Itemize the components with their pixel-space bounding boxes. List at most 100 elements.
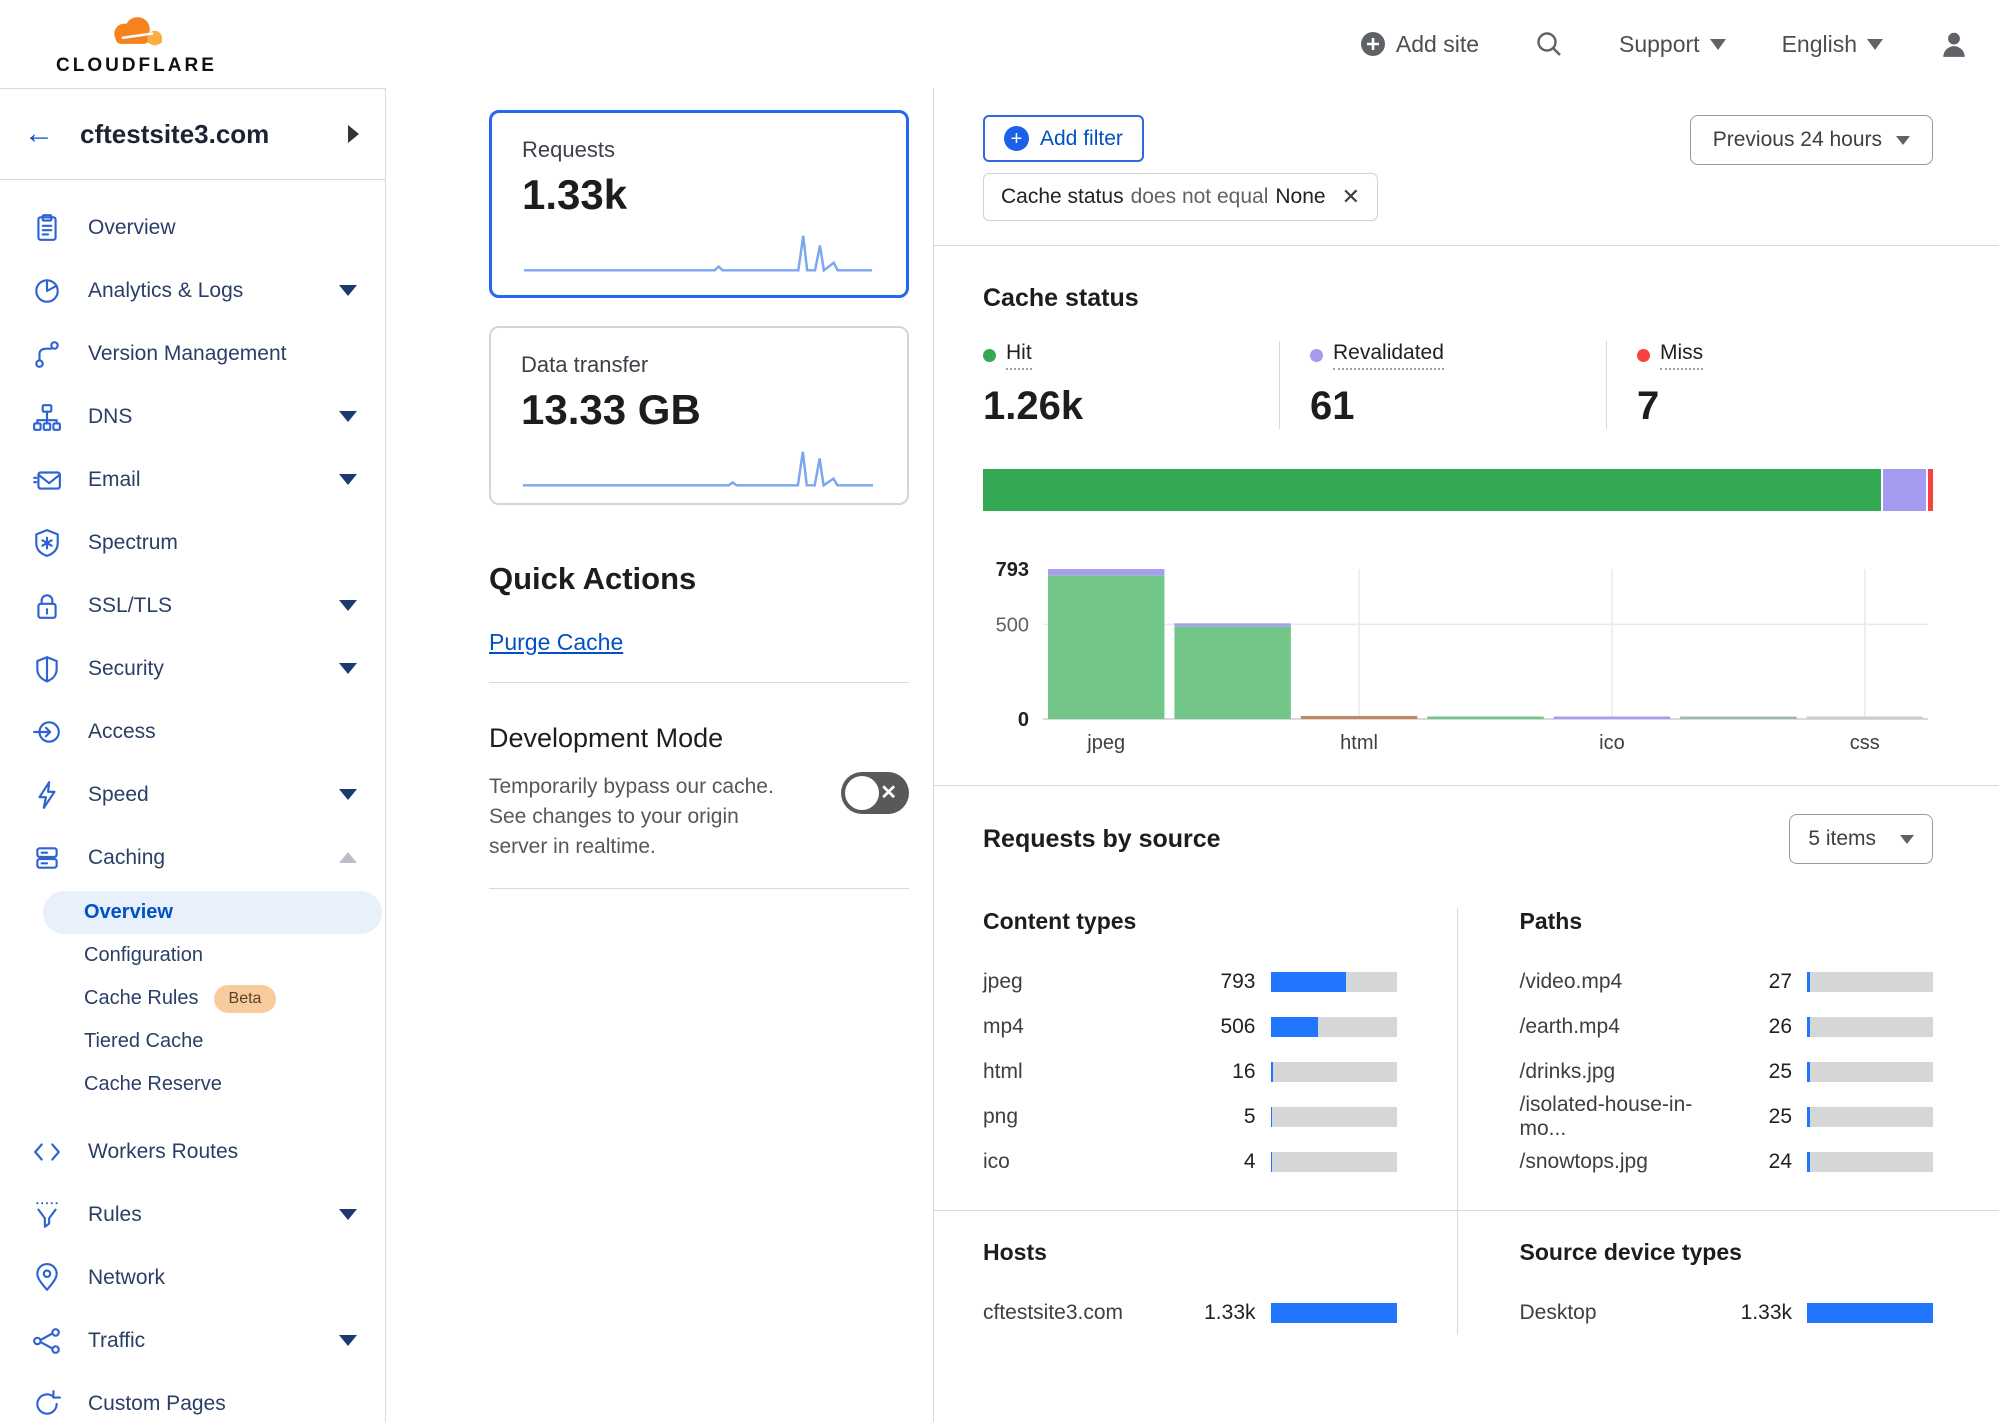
sidebar-item-caching[interactable]: Caching [0, 826, 385, 889]
add-site-label: Add site [1396, 31, 1479, 58]
add-site-button[interactable]: Add site [1360, 31, 1479, 58]
miss-legend-toggle[interactable]: Miss [1637, 341, 1703, 370]
share-nodes-icon [32, 1326, 62, 1356]
content-types-title: Content types [983, 908, 1397, 935]
source-device-types-title: Source device types [1520, 1239, 1934, 1266]
account-icon [1939, 29, 1969, 59]
funnel-icon [32, 1200, 62, 1230]
requests-metric-card[interactable]: Requests 1.33k [489, 110, 909, 298]
refresh-page-icon [32, 1389, 62, 1419]
svg-text:css: css [1850, 732, 1880, 754]
top-header: CLOUDFLARE Add site Support English [0, 0, 1999, 88]
site-switcher: ← cftestsite3.com [0, 89, 385, 180]
plus-circle-icon: + [1004, 126, 1029, 151]
hosts-section: Hosts cftestsite3.com 1.33k [934, 1210, 1457, 1335]
cloudflare-logo: CLOUDFLARE [56, 12, 217, 77]
divider [934, 245, 1999, 246]
sidebar-item-analytics-logs[interactable]: Analytics & Logs [0, 259, 385, 322]
sidebar-item-security[interactable]: Security [0, 637, 385, 700]
stat-miss: Miss 7 [1606, 341, 1933, 429]
clipboard-icon [32, 213, 62, 243]
account-button[interactable] [1939, 29, 1969, 59]
hit-legend-toggle[interactable]: Hit [983, 341, 1032, 370]
sidebar-item-speed[interactable]: Speed [0, 763, 385, 826]
time-range-button[interactable]: Previous 24 hours [1690, 115, 1933, 165]
back-arrow-icon[interactable]: ← [24, 119, 54, 149]
table-row: html 16 [983, 1049, 1397, 1094]
subitem-cache-reserve[interactable]: Cache Reserve [0, 1063, 385, 1106]
caret-down-icon [339, 1335, 357, 1346]
progress-bar [1271, 1152, 1397, 1172]
add-filter-button[interactable]: + Add filter [983, 115, 1144, 162]
subitem-cache-rules[interactable]: Cache Rules Beta [0, 977, 385, 1020]
svg-text:793: 793 [996, 559, 1029, 581]
sidebar-item-dns[interactable]: DNS [0, 385, 385, 448]
revalidated-legend-toggle[interactable]: Revalidated [1310, 341, 1444, 370]
data-transfer-metric-card[interactable]: Data transfer 13.33 GB [489, 326, 909, 505]
cache-status-bar-chart: 7935000jpeghtmlicocss [983, 549, 1933, 759]
sidebar-item-custom-pages[interactable]: Custom Pages [0, 1372, 385, 1422]
divider [489, 888, 909, 889]
progress-bar [1271, 1107, 1397, 1127]
site-name: cftestsite3.com [80, 119, 269, 150]
sidebar-item-spectrum[interactable]: Spectrum [0, 511, 385, 574]
hierarchy-icon [32, 402, 62, 432]
caret-up-icon [339, 852, 357, 863]
cache-status-stats: Hit 1.26k Revalidated 61 Miss [983, 341, 1933, 429]
support-label: Support [1619, 31, 1700, 58]
sidebar-item-ssl-tls[interactable]: SSL/TLS [0, 574, 385, 637]
cache-status-filter-chip[interactable]: Cache status does not equal None ✕ [983, 173, 1378, 221]
requests-by-source-title: Requests by source [983, 825, 1221, 854]
sidebar-item-overview[interactable]: Overview [0, 196, 385, 259]
sidebar-item-access[interactable]: Access [0, 700, 385, 763]
caret-down-icon [339, 411, 357, 422]
sidebar-item-version-management[interactable]: Version Management [0, 322, 385, 385]
progress-bar [1271, 1017, 1397, 1037]
support-menu[interactable]: Support [1619, 31, 1726, 58]
hit-dot-icon [983, 349, 996, 362]
progress-bar [1807, 1017, 1933, 1037]
data-transfer-sparkline [521, 446, 877, 494]
remove-filter-x-icon[interactable]: ✕ [1342, 184, 1360, 210]
server-stack-icon [32, 843, 62, 873]
table-row: /drinks.jpg 25 [1520, 1049, 1934, 1094]
sidebar-item-network[interactable]: Network [0, 1246, 385, 1309]
progress-bar [1807, 1062, 1933, 1082]
plus-circle-icon [1360, 31, 1386, 57]
progress-bar [1807, 1152, 1933, 1172]
sidebar-item-rules[interactable]: Rules [0, 1183, 385, 1246]
envelope-icon [32, 465, 62, 495]
cloudflare-dashboard: CLOUDFLARE Add site Support English [0, 0, 1999, 1422]
sidebar-item-traffic[interactable]: Traffic [0, 1309, 385, 1372]
search-button[interactable] [1535, 30, 1563, 58]
table-row: png 5 [983, 1094, 1397, 1139]
requests-by-source-header: Requests by source 5 items [983, 814, 1933, 864]
progress-bar [1271, 1303, 1397, 1323]
caret-down-icon [339, 789, 357, 800]
subitem-caching-overview[interactable]: Overview [43, 891, 382, 934]
code-brackets-icon [32, 1137, 62, 1167]
language-label: English [1782, 31, 1857, 58]
table-row: jpeg 793 [983, 959, 1397, 1004]
svg-text:html: html [1340, 732, 1378, 754]
table-row: cftestsite3.com 1.33k [983, 1290, 1397, 1335]
chevron-right-icon[interactable] [348, 125, 359, 143]
cloudflare-cloud-icon [99, 12, 173, 54]
subitem-configuration[interactable]: Configuration [0, 934, 385, 977]
development-mode-toggle[interactable]: ✕ [841, 772, 909, 814]
branch-icon [32, 339, 62, 369]
stat-revalidated: Revalidated 61 [1279, 341, 1606, 429]
data-transfer-label: Data transfer [521, 352, 877, 378]
beta-badge: Beta [214, 985, 277, 1013]
language-menu[interactable]: English [1782, 31, 1883, 58]
items-count-select[interactable]: 5 items [1789, 814, 1933, 864]
sidebar-item-email[interactable]: Email [0, 448, 385, 511]
cache-status-stacked-bar [983, 469, 1933, 511]
progress-bar [1807, 1107, 1933, 1127]
sidebar-nav: Overview Analytics & Logs Version Manage… [0, 180, 385, 1422]
purge-cache-link[interactable]: Purge Cache [489, 629, 623, 656]
subitem-tiered-cache[interactable]: Tiered Cache [0, 1020, 385, 1063]
table-row: /isolated-house-in-mo... 25 [1520, 1094, 1934, 1139]
miss-dot-icon [1637, 349, 1650, 362]
sidebar-item-workers-routes[interactable]: Workers Routes [0, 1120, 385, 1183]
